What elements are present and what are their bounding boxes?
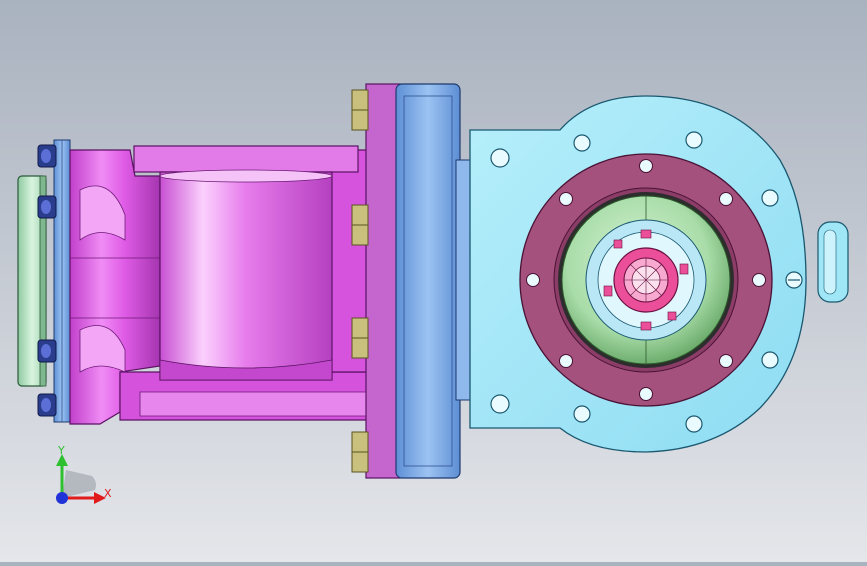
bolt-icon [351,204,369,246]
axis-triad: Y X [56,444,112,504]
bolt-icon [37,144,57,168]
bolt-icon [351,89,369,131]
spline-shaft[interactable] [613,247,679,313]
bolt-icon [37,339,57,363]
cad-viewport[interactable]: Y X [0,0,867,562]
bolt-icon [351,431,369,473]
bolt-icon [351,317,369,359]
y-axis-label: Y [57,444,65,457]
center-barrel[interactable] [133,145,359,381]
cad-model-canvas[interactable]: Y X [0,0,867,562]
coupling-plate[interactable] [365,83,473,479]
left-end-plate[interactable] [53,139,71,423]
origin-icon [56,492,68,504]
bolt-icon [37,195,57,219]
bolt-icon [37,393,57,417]
x-axis-label: X [104,487,112,500]
side-nipple [817,221,849,303]
